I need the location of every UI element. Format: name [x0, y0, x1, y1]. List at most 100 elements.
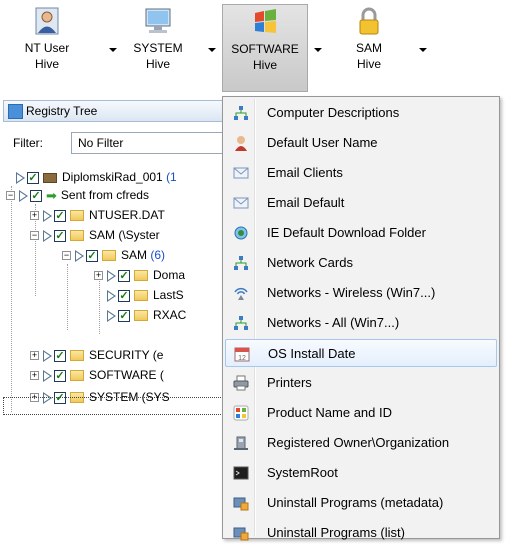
tree-node-label: SAM (\Syster — [89, 228, 160, 242]
nt-user-hive-button[interactable]: NT User Hive — [12, 6, 117, 86]
menu-item-networks-wireless[interactable]: Networks - Wireless (Win7...) — [225, 279, 497, 307]
folder-icon — [102, 250, 116, 262]
tree-node-doma[interactable]: + ✓ Doma — [94, 266, 185, 284]
menu-item-label: Registered Owner\Organization — [267, 435, 450, 450]
menu-item-printers[interactable]: Printers — [225, 369, 497, 397]
collapse-icon[interactable]: − — [6, 191, 15, 201]
checkbox[interactable]: ✓ — [54, 349, 66, 362]
software-hive-button[interactable]: SOFTWARE Hive — [222, 4, 308, 92]
tree-node-root[interactable]: ✓ DiplomskiRad_001 (1 — [16, 168, 177, 186]
menu-item-uninstall-programs-metadata[interactable]: Uninstall Programs (metadata) — [225, 489, 497, 517]
checkbox[interactable]: ✓ — [54, 229, 66, 242]
software-hive-label: Hive — [252, 58, 277, 72]
checkbox[interactable]: ✓ — [54, 209, 66, 222]
filter-label: Filter: — [13, 136, 43, 150]
menu-item-uninstall-programs-list[interactable]: Uninstall Programs (list) — [225, 519, 497, 541]
envelope-icon — [233, 165, 249, 181]
triangle-icon[interactable] — [107, 269, 116, 282]
system-label: SYSTEM — [133, 41, 183, 55]
tree-node-sent[interactable]: − ✓ ➡ Sent from cfreds — [6, 186, 149, 204]
chevron-down-icon[interactable] — [109, 48, 117, 52]
triangle-icon[interactable] — [16, 171, 25, 184]
globe-icon — [233, 225, 249, 241]
registry-tree-icon — [8, 104, 23, 119]
menu-item-label: Networks - Wireless (Win7...) — [267, 285, 436, 300]
menu-item-network-cards[interactable]: Network Cards — [225, 249, 497, 277]
menu-item-os-install-date[interactable]: 12 OS Install Date — [225, 339, 497, 367]
tree-node-software[interactable]: + ✓ SOFTWARE ( — [30, 366, 164, 384]
menu-item-networks-all[interactable]: Networks - All (Win7...) — [225, 309, 497, 337]
chevron-down-icon[interactable] — [314, 48, 322, 52]
network-icon — [233, 105, 249, 121]
checkbox[interactable]: ✓ — [118, 289, 130, 302]
sam-hive-button[interactable]: SAM Hive — [336, 6, 427, 86]
tree-node-count: (6) — [150, 248, 166, 262]
triangle-icon[interactable] — [43, 229, 52, 242]
building-icon — [233, 435, 249, 451]
expand-icon[interactable]: + — [30, 371, 39, 381]
menu-item-label: Printers — [267, 375, 312, 390]
triangle-icon[interactable] — [19, 189, 28, 202]
console-icon — [233, 465, 249, 481]
triangle-icon[interactable] — [43, 369, 52, 382]
folder-icon — [70, 370, 84, 382]
checkbox[interactable]: ✓ — [54, 369, 66, 382]
chevron-down-icon[interactable] — [419, 48, 427, 52]
sam-label: SAM — [355, 41, 382, 55]
filter-select[interactable]: No Filter — [71, 132, 231, 154]
menu-item-label: Uninstall Programs (metadata) — [267, 495, 444, 510]
tree-node-label: LastS — [153, 288, 184, 302]
triangle-icon[interactable] — [43, 349, 52, 362]
collapse-icon[interactable]: − — [30, 231, 39, 241]
expand-icon[interactable]: + — [94, 271, 103, 281]
tree-node-label: DiplomskiRad_001 — [62, 170, 163, 184]
collapse-icon[interactable]: − — [62, 251, 71, 261]
tree-node-sam[interactable]: − ✓ SAM (\Syster — [30, 226, 160, 244]
menu-item-label: IE Default Download Folder — [267, 225, 426, 240]
nt-user-hive-label: Hive — [34, 57, 59, 71]
menu-item-label: Email Default — [267, 195, 345, 210]
user-icon — [32, 6, 62, 36]
windows-logo-icon — [250, 7, 280, 37]
menu-item-email-clients[interactable]: Email Clients — [225, 159, 497, 187]
menu-item-ie-default-download-folder[interactable]: IE Default Download Folder — [225, 219, 497, 247]
checkbox[interactable]: ✓ — [118, 309, 130, 322]
menu-item-label: Uninstall Programs (list) — [267, 525, 405, 540]
installer-icon — [233, 495, 249, 511]
menu-item-computer-descriptions[interactable]: Computer Descriptions — [225, 99, 497, 127]
expand-icon[interactable]: + — [30, 351, 39, 361]
menu-item-label: Default User Name — [267, 135, 378, 150]
menu-item-product-name-and-id[interactable]: Product Name and ID — [225, 399, 497, 427]
expand-icon[interactable]: + — [30, 211, 39, 221]
chevron-down-icon[interactable] — [208, 48, 216, 52]
triangle-icon[interactable] — [107, 309, 116, 322]
system-hive-button[interactable]: SYSTEM Hive — [118, 6, 216, 86]
triangle-icon[interactable] — [43, 209, 52, 222]
checkbox[interactable]: ✓ — [30, 189, 42, 202]
tree-node-rxac[interactable]: ✓ RXAC — [107, 306, 186, 324]
hive-toolbar: NT User Hive SYSTEM Hive SOFTWARE Hive S… — [0, 0, 514, 92]
folder-icon — [134, 310, 148, 322]
checkbox[interactable]: ✓ — [118, 269, 130, 282]
tree-node-security[interactable]: + ✓ SECURITY (e — [30, 346, 163, 364]
menu-item-label: Networks - All (Win7...) — [267, 315, 400, 330]
menu-item-email-default[interactable]: Email Default — [225, 189, 497, 217]
tree-node-label: SECURITY (e — [89, 348, 164, 362]
tree-node-ntuser[interactable]: + ✓ NTUSER.DAT — [30, 206, 165, 224]
triangle-icon[interactable] — [75, 249, 84, 262]
monitor-icon — [143, 6, 173, 36]
menu-item-default-user-name[interactable]: Default User Name — [225, 129, 497, 157]
registry-tree-title: Registry Tree — [26, 104, 98, 118]
menu-item-systemroot[interactable]: SystemRoot — [225, 459, 497, 487]
menu-item-registered-owner[interactable]: Registered Owner\Organization — [225, 429, 497, 457]
registry-tree-header: Registry Tree — [3, 100, 228, 122]
tree-node-lasts[interactable]: ✓ LastS — [107, 286, 184, 304]
triangle-icon[interactable] — [107, 289, 116, 302]
checkbox[interactable]: ✓ — [27, 171, 39, 184]
checkbox[interactable]: ✓ — [86, 249, 98, 262]
green-arrow-icon: ➡ — [46, 187, 57, 203]
software-label: SOFTWARE — [231, 42, 299, 56]
tree-node-sam-child[interactable]: − ✓ SAM (6) — [62, 246, 165, 264]
registry-tree: ✓ DiplomskiRad_001 (1 − ✓ ➡ Sent from cfreds… — [0, 160, 225, 420]
menu-item-label: SystemRoot — [267, 465, 338, 480]
